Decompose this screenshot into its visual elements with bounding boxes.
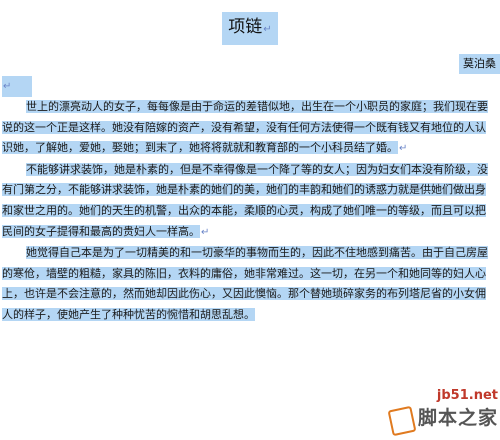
paragraph: 世上的漂亮动人的女子，每每像是由于命运的差错似地，出生在一个小职员的家庭；我们现… (2, 97, 498, 160)
paragraph-mark: ↵ (263, 24, 272, 35)
paragraph-mark: ↵ (201, 226, 210, 238)
paragraph-text: 不能够讲求装饰，她是朴素的，但是不幸得像是一个降了等的女人；因为妇女们本没有阶级… (2, 162, 488, 238)
title-line: 项链↵ (0, 12, 500, 45)
document-body[interactable]: ↵ 世上的漂亮动人的女子，每每像是由于命运的差错似地，出生在一个小职员的家庭；我… (2, 76, 498, 326)
paragraph: 她觉得自己本是为了一切精美的和一切豪华的事物而生的，因此不住地感到痛苦。由于自己… (2, 243, 498, 325)
blank-line: ↵ (2, 76, 32, 97)
paragraph: 不能够讲求装饰，她是朴素的，但是不幸得像是一个降了等的女人；因为妇女们本没有阶级… (2, 160, 498, 243)
site-watermark: jb51.net 脚本之家 (387, 388, 498, 438)
watermark-url: jb51.net (436, 388, 498, 403)
document-title[interactable]: 项链↵ (222, 12, 278, 45)
author-line: 莫泊桑 (459, 52, 500, 74)
paragraph-text: 世上的漂亮动人的女子，每每像是由于命运的差错似地，出生在一个小职员的家庭；我们现… (2, 100, 488, 155)
logo-icon (387, 405, 417, 437)
paragraph-mark: ↵ (399, 143, 408, 155)
document-author[interactable]: 莫泊桑 (459, 54, 500, 74)
paragraph-mark: ↵ (3, 81, 12, 92)
paragraph-text: 她觉得自己本是为了一切精美的和一切豪华的事物而生的，因此不住地感到痛苦。由于自己… (2, 246, 488, 321)
